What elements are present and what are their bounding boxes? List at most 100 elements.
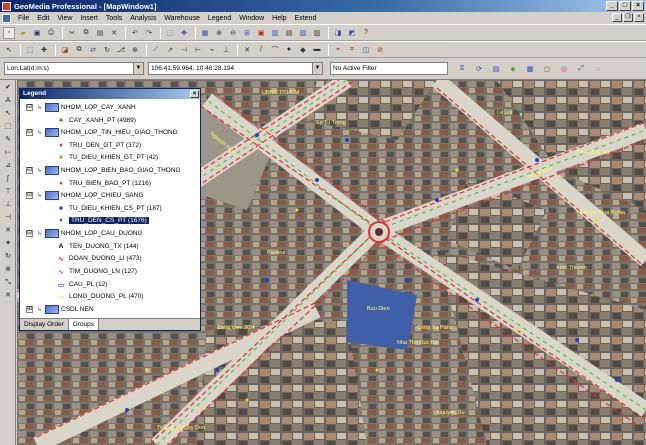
menu-warehouse[interactable]: Warehouse (160, 15, 204, 22)
tab-groups[interactable]: Groups (68, 319, 100, 330)
split-line-icon[interactable]: ⊣ (2, 212, 14, 223)
pan-icon[interactable]: ✥ (178, 27, 190, 39)
save-icon[interactable]: ▣ (31, 27, 43, 39)
vertex-icon[interactable]: ⌗ (346, 44, 358, 56)
select-tool-icon[interactable]: ⬚ (164, 27, 176, 39)
offset-icon[interactable]: ⊥ (220, 44, 232, 56)
menu-edit[interactable]: Edit (33, 15, 53, 22)
legend-item[interactable]: ♦ TRU_DEN_GT_PT (372) (56, 140, 141, 151)
menu-legend[interactable]: Legend (204, 15, 235, 22)
align-icon[interactable]: ⊥ (2, 199, 14, 210)
legend-item[interactable]: ■ TU_DIEU_KHIEN_GT_PT (42) (56, 152, 158, 163)
measure-area-icon[interactable]: ⊿ (2, 160, 14, 171)
legend-item[interactable]: ■ TU_DIEU_KHIEN_CS_PT (187) (56, 203, 162, 214)
legend-group[interactable]: ⊞ ↳ CSDL NEN (26, 304, 94, 315)
clear-filter-icon[interactable]: ◻ (541, 63, 553, 75)
line-tool-icon[interactable]: / (255, 44, 267, 56)
legend-item[interactable]: ♣ CAY_XANH_PT (4989) (56, 115, 136, 126)
zoom-in-icon[interactable]: ⊕ (213, 27, 225, 39)
cut-icon[interactable]: ✂ (66, 27, 78, 39)
legend-group[interactable]: ⊟ ↳ NHOM_LOP_CAY_XANH (26, 102, 136, 113)
menu-analysis[interactable]: Analysis (126, 15, 160, 22)
expand-toggle-icon[interactable]: ⊟ (26, 230, 33, 237)
intersect-icon[interactable]: ✕ (241, 44, 253, 56)
filter-select[interactable]: No Active Filter (330, 62, 448, 75)
copy-feature-icon[interactable]: ⧉ (73, 44, 85, 56)
attribute-filter-icon[interactable]: ◈ (507, 63, 519, 75)
help-icon[interactable]: ? (360, 27, 372, 39)
delete-tool-icon[interactable]: ✕ (2, 290, 14, 301)
legend-item[interactable]: ∿ TIM_DUONG_LN (127) (56, 266, 137, 277)
visibility-icon[interactable]: ↳ (37, 167, 42, 174)
fix-icon[interactable]: ⊘ (374, 44, 386, 56)
trim-icon[interactable]: ⊣ (178, 44, 190, 56)
legend-item[interactable]: ♦ TRU_DEN_CS_PT (1676) (56, 215, 149, 226)
draw-icon[interactable]: ✎ (2, 134, 14, 145)
copy-icon[interactable]: ⧉ (80, 27, 92, 39)
query-icon[interactable]: ◩ (346, 27, 358, 39)
snap-point-icon[interactable]: ✦ (2, 238, 14, 249)
insert-feature-icon[interactable]: ✚ (38, 44, 50, 56)
draw-line-icon[interactable]: ⟋ (150, 44, 162, 56)
draw-polyline-icon[interactable]: ↗ (164, 44, 176, 56)
mdi-minimize-button[interactable]: _ (612, 13, 622, 22)
connect-icon[interactable]: ⊤ (2, 186, 14, 197)
close-icon[interactable]: × (190, 90, 199, 98)
split-icon[interactable]: ⎇ (115, 44, 127, 56)
menu-extend[interactable]: Extend (291, 15, 321, 22)
legend-group[interactable]: ⊟ ↳ NHOM_LOP_CAU_DUONG (26, 228, 143, 239)
expand-toggle-icon[interactable]: ⊟ (26, 192, 33, 199)
pointer-icon[interactable]: ↖ (2, 108, 14, 119)
new-icon[interactable]: ▫ (3, 26, 15, 39)
menu-window[interactable]: Window (235, 15, 268, 22)
legend-item[interactable]: ▭ CAU_PL (12) (56, 279, 108, 290)
expand-toggle-icon[interactable]: ⊟ (26, 167, 33, 174)
data-window-icon[interactable]: ▧ (297, 27, 309, 39)
visibility-icon[interactable]: ↳ (37, 129, 42, 136)
menu-help[interactable]: Help (268, 15, 290, 22)
refresh-filter-icon[interactable]: ⟳ (473, 63, 485, 75)
layer-icon[interactable]: ▥ (269, 27, 281, 39)
point-icon[interactable]: ● (283, 44, 295, 56)
select-set-icon[interactable]: ⬚ (24, 44, 36, 56)
close-button[interactable]: × (632, 1, 644, 11)
delete-icon[interactable]: ✕ (108, 27, 120, 39)
measure-icon[interactable]: ⟝ (2, 147, 14, 158)
expand-toggle-icon[interactable]: ⊟ (26, 104, 33, 111)
menu-file[interactable]: File (14, 15, 33, 22)
break-icon[interactable]: ⌁ (206, 44, 218, 56)
undo-icon[interactable]: ↶ (129, 27, 141, 39)
move-feature-icon[interactable]: ⇄ (87, 44, 99, 56)
layer-filter-icon[interactable]: ▤ (490, 63, 502, 75)
menu-insert[interactable]: Insert (76, 15, 102, 22)
expand-toggle-icon[interactable]: ⊞ (26, 306, 33, 313)
legend-item[interactable]: ♦ TRU_BIEN_BAO_PT (1216) (56, 178, 151, 189)
chevron-down-icon[interactable]: ▼ (312, 63, 322, 74)
menu-view[interactable]: View (53, 15, 76, 22)
cursor-icon[interactable]: ↖ (3, 44, 15, 56)
map-extent-icon[interactable]: ▩ (524, 63, 536, 75)
select-region-icon[interactable]: ⬚ (2, 121, 14, 132)
visibility-icon[interactable]: ↳ (37, 192, 42, 199)
text-tool-icon[interactable]: A (2, 95, 14, 106)
mdi-window-icon[interactable] (2, 13, 11, 23)
legend-item[interactable]: ∿ DOAN_DUONG_LI (473) (56, 253, 141, 264)
table-icon[interactable]: ▤ (283, 27, 295, 39)
snap-icon[interactable]: ⌖ (332, 44, 344, 56)
edit-geometry-icon[interactable]: ◪ (59, 44, 71, 56)
maximize-button[interactable]: □ (619, 1, 631, 11)
scale-icon[interactable]: ⤡ (2, 277, 14, 288)
redo-icon[interactable]: ↷ (143, 27, 155, 39)
fit-all-icon[interactable]: ⊞ (241, 27, 253, 39)
properties-icon[interactable]: ◨ (332, 27, 344, 39)
legend-panel[interactable]: Legend × ⊟ ↳ NHOM_LOP_CAY_XANH ♣ CAY_XANH_PT… (19, 88, 201, 331)
chevron-down-icon[interactable]: ▼ (133, 63, 143, 74)
mdi-restore-button[interactable]: ❐ (623, 13, 633, 22)
filter-icon[interactable]: ⧖ (456, 63, 468, 75)
paste-icon[interactable]: ▤ (94, 27, 106, 39)
legend-group[interactable]: ⊟ ↳ NHOM_LOP_TIN_HIEU_GIAO_THONG (26, 127, 178, 138)
style-icon[interactable]: ◎ (558, 63, 570, 75)
legend-item[interactable]: A TEN_DUONG_TX (144) (56, 241, 139, 252)
curve-icon[interactable]: ∫ (2, 173, 14, 184)
rotate-tool-icon[interactable]: ↻ (2, 251, 14, 262)
